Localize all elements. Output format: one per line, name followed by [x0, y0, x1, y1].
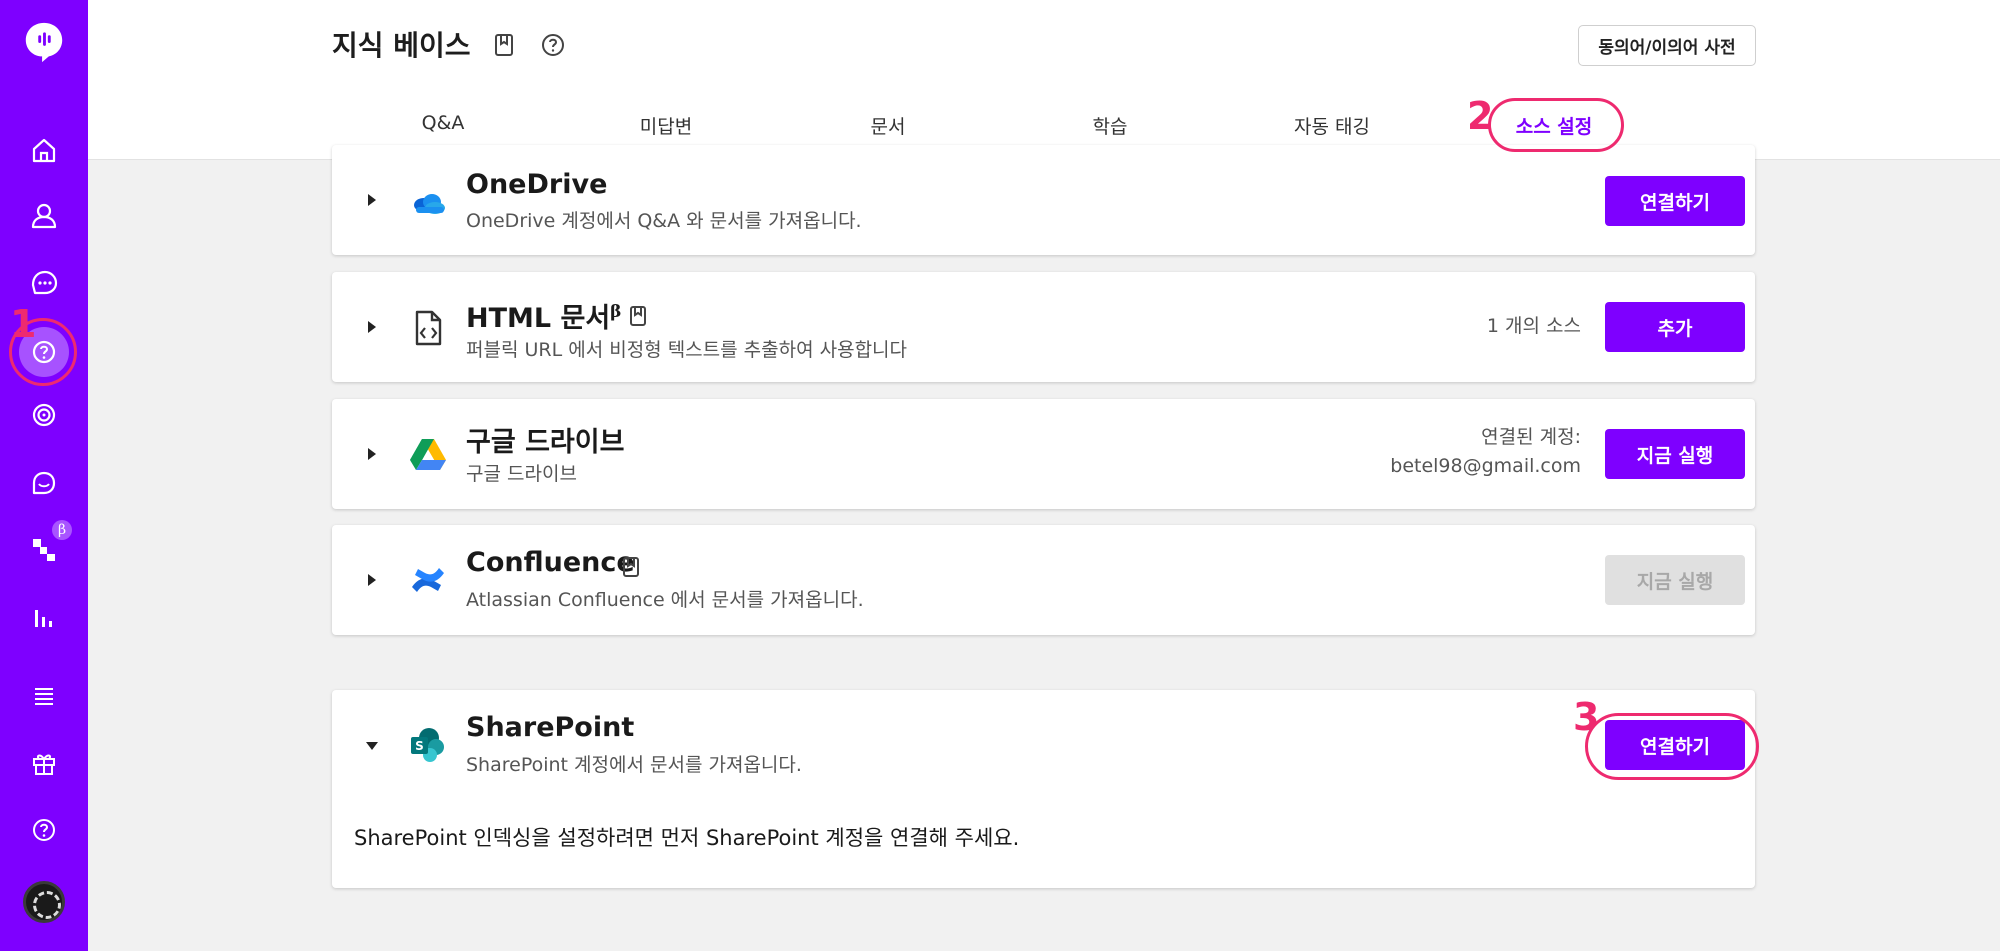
- dictionary-button[interactable]: 동의어/이의어 사전: [1578, 25, 1756, 66]
- source-card-onedrive: OneDrive OneDrive 계정에서 Q&A 와 문서를 가져옵니다. …: [332, 145, 1755, 255]
- beta-badge: β: [52, 520, 72, 540]
- page-header: 지식 베이스 동의어/이의어 사전 Q&A 미답변 문서 학습 자동 태깅 소스…: [88, 0, 2000, 160]
- user-icon[interactable]: [23, 194, 65, 236]
- source-description: 퍼블릭 URL 에서 비정형 텍스트를 추출하여 사용합니다: [466, 339, 908, 361]
- annotation-number-1: 1: [10, 302, 37, 346]
- run-now-button-disabled: 지금 실행: [1605, 555, 1745, 605]
- source-title: HTML 문서β: [466, 302, 622, 334]
- page-title: 지식 베이스: [332, 29, 471, 62]
- annotation-number-2: 2: [1467, 94, 1494, 138]
- collapse-caret-icon[interactable]: [366, 742, 378, 750]
- onedrive-icon: [414, 194, 445, 214]
- target-icon[interactable]: [23, 394, 65, 436]
- list-icon[interactable]: [23, 675, 65, 717]
- source-description: 구글 드라이브: [466, 463, 577, 485]
- source-description: Atlassian Confluence 에서 문서를 가져옵니다.: [466, 589, 864, 611]
- confluence-icon: [412, 568, 444, 592]
- expand-caret-icon[interactable]: [368, 321, 376, 333]
- annotation-ring-2: [1488, 98, 1624, 152]
- tab-documents[interactable]: 문서: [778, 112, 998, 142]
- chat-icon[interactable]: [23, 262, 65, 304]
- conversation-icon[interactable]: [23, 462, 65, 504]
- connected-account-email: betel98@gmail.com: [1390, 455, 1581, 477]
- bookmark-icon[interactable]: [621, 556, 641, 578]
- svg-text:S: S: [415, 739, 424, 753]
- add-button[interactable]: 추가: [1605, 302, 1745, 352]
- connect-button[interactable]: 연결하기: [1605, 176, 1745, 226]
- logo-icon[interactable]: [20, 18, 68, 66]
- home-icon[interactable]: [23, 129, 65, 171]
- source-card-html: HTML 문서β 퍼블릭 URL 에서 비정형 텍스트를 추출하여 사용합니다 …: [332, 272, 1755, 382]
- tab-unanswered[interactable]: 미답변: [556, 112, 776, 142]
- source-title: 구글 드라이브: [466, 427, 625, 458]
- source-description: SharePoint 계정에서 문서를 가져옵니다.: [466, 754, 802, 776]
- annotation-ring-3: [1585, 713, 1759, 780]
- google-drive-icon: [410, 439, 446, 470]
- gift-icon[interactable]: [23, 742, 65, 784]
- source-card-confluence: Confluence Atlassian Confluence 에서 문서를 가…: [332, 525, 1755, 635]
- tab-qa[interactable]: Q&A: [333, 112, 553, 142]
- html-file-icon: [415, 310, 442, 346]
- expand-caret-icon[interactable]: [368, 448, 376, 460]
- sharepoint-setup-note: SharePoint 인덱싱을 설정하려면 먼저 SharePoint 계정을 …: [354, 826, 1020, 850]
- sharepoint-icon: S: [411, 728, 444, 762]
- chart-icon[interactable]: [23, 596, 65, 638]
- source-card-sharepoint: S SharePoint SharePoint 계정에서 문서를 가져옵니다. …: [332, 690, 1755, 888]
- avatar[interactable]: [23, 881, 65, 923]
- tab-learning[interactable]: 학습: [1000, 112, 1220, 142]
- source-card-google-drive: 구글 드라이브 구글 드라이브 연결된 계정: betel98@gmail.co…: [332, 399, 1755, 509]
- source-title: OneDrive: [466, 169, 608, 200]
- help-icon[interactable]: [23, 809, 65, 851]
- source-count: 1 개의 소스: [1486, 315, 1581, 337]
- tab-auto-tagging[interactable]: 자동 태깅: [1222, 112, 1442, 142]
- source-title: SharePoint: [466, 712, 635, 743]
- bookmark-icon[interactable]: [628, 305, 648, 327]
- bookmark-icon[interactable]: [491, 32, 517, 58]
- run-now-button[interactable]: 지금 실행: [1605, 429, 1745, 479]
- help-icon[interactable]: [540, 32, 566, 58]
- expand-caret-icon[interactable]: [368, 194, 376, 206]
- expand-caret-icon[interactable]: [368, 574, 376, 586]
- connected-account: 연결된 계정: betel98@gmail.com: [1390, 423, 1581, 481]
- sidebar: β: [0, 0, 88, 951]
- source-description: OneDrive 계정에서 Q&A 와 문서를 가져옵니다.: [466, 210, 862, 232]
- connected-account-label: 연결된 계정:: [1481, 426, 1581, 448]
- source-title: Confluence: [466, 547, 635, 578]
- annotation-number-3: 3: [1573, 695, 1600, 739]
